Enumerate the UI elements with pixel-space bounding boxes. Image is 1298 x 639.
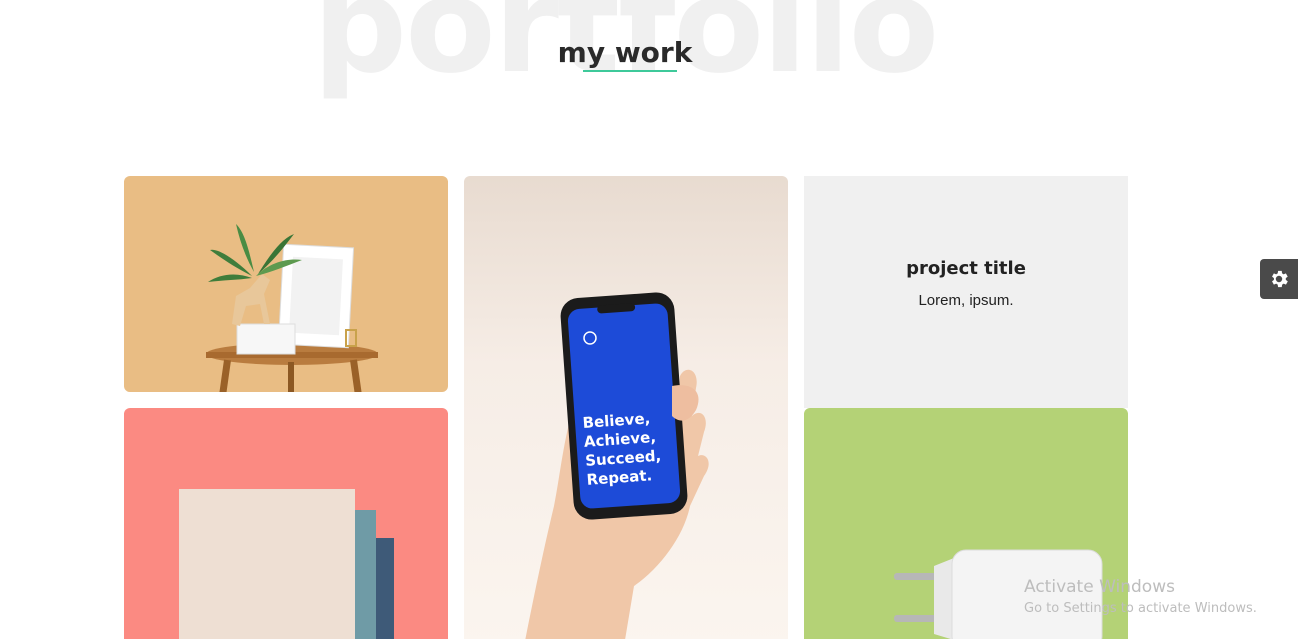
portfolio-item-phone[interactable]: Believe, Achieve, Succeed, Repeat.	[464, 176, 788, 639]
paper-cards-image	[179, 489, 394, 639]
frame-plant-image	[206, 224, 378, 392]
project-title: project title	[906, 258, 1026, 279]
portfolio-item-frame-plant[interactable]	[124, 176, 448, 392]
watermark-subtitle: Go to Settings to activate Windows.	[1024, 601, 1257, 616]
portfolio-page: portfolio my work Believe, Achieve, Succ…	[0, 0, 1298, 639]
portfolio-item-paper-cards[interactable]	[124, 408, 448, 639]
project-description: Lorem, ipsum.	[918, 292, 1014, 309]
windows-activation-watermark: Activate Windows Go to Settings to activ…	[1024, 577, 1257, 616]
gear-icon	[1272, 270, 1288, 288]
heading-underline	[583, 70, 677, 72]
watermark-title: Activate Windows	[1024, 577, 1175, 597]
section-heading: my work	[557, 36, 693, 69]
settings-toggle-button[interactable]	[1260, 259, 1298, 299]
phone-image	[525, 292, 709, 639]
phone-screen-text: Believe, Achieve, Succeed, Repeat.	[582, 407, 687, 490]
portfolio-item-project-card[interactable]: project title Lorem, ipsum.	[804, 176, 1128, 408]
